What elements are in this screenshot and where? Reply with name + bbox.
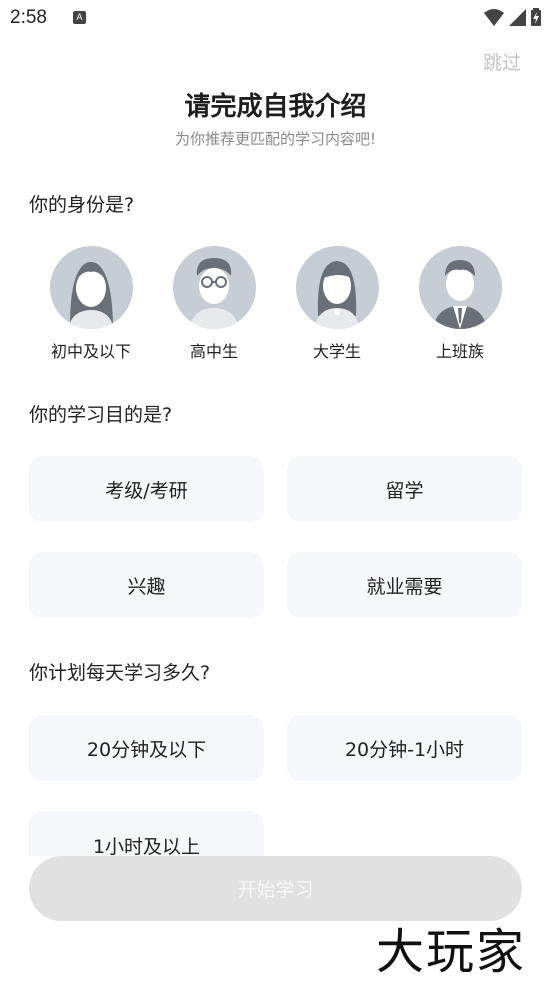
- woman-avatar-icon: [295, 246, 379, 329]
- a-notification-icon: A: [73, 11, 86, 24]
- identity-question: 你的身份是?: [29, 194, 135, 216]
- status-time: 2:58: [10, 7, 47, 28]
- page-title: 请完成自我介绍: [184, 92, 367, 122]
- page-subtitle: 为你推荐更匹配的学习内容吧!: [174, 130, 376, 148]
- time-option-long[interactable]: 1小时及以上: [29, 811, 264, 858]
- identity-option-worker[interactable]: 上班族: [405, 246, 515, 362]
- goal-option-career[interactable]: 就业需要: [287, 552, 522, 618]
- businessman-avatar-icon: [418, 246, 502, 329]
- skip-button[interactable]: 跳过: [483, 48, 521, 75]
- time-option-medium[interactable]: 20分钟-1小时: [287, 715, 522, 781]
- identity-label: 上班族: [435, 342, 484, 361]
- goal-option-study-abroad[interactable]: 留学: [287, 456, 522, 522]
- time-plan-question: 你计划每天学习多久?: [29, 662, 211, 684]
- girl-avatar-icon: [49, 246, 133, 329]
- watermark: 大玩家: [376, 924, 527, 980]
- goal-option-interest[interactable]: 兴趣: [29, 552, 264, 618]
- identity-label: 大学生: [312, 342, 361, 361]
- goal-option-exam[interactable]: 考级/考研: [29, 456, 264, 522]
- wifi-icon: [484, 8, 504, 26]
- status-icons: [484, 8, 541, 26]
- identity-label: 高中生: [189, 342, 238, 361]
- battery-charging-icon: [531, 8, 541, 26]
- goal-question: 你的学习目的是?: [29, 404, 173, 426]
- identity-option-highschool[interactable]: 高中生: [159, 246, 269, 362]
- identity-option-junior[interactable]: 初中及以下: [36, 246, 146, 362]
- identity-label: 初中及以下: [50, 342, 131, 361]
- boy-glasses-avatar-icon: [172, 246, 256, 329]
- status-bar: 2:58 A: [0, 0, 551, 38]
- time-option-short[interactable]: 20分钟及以下: [29, 715, 264, 781]
- identity-option-college[interactable]: 大学生: [282, 246, 392, 362]
- signal-icon: [509, 8, 526, 26]
